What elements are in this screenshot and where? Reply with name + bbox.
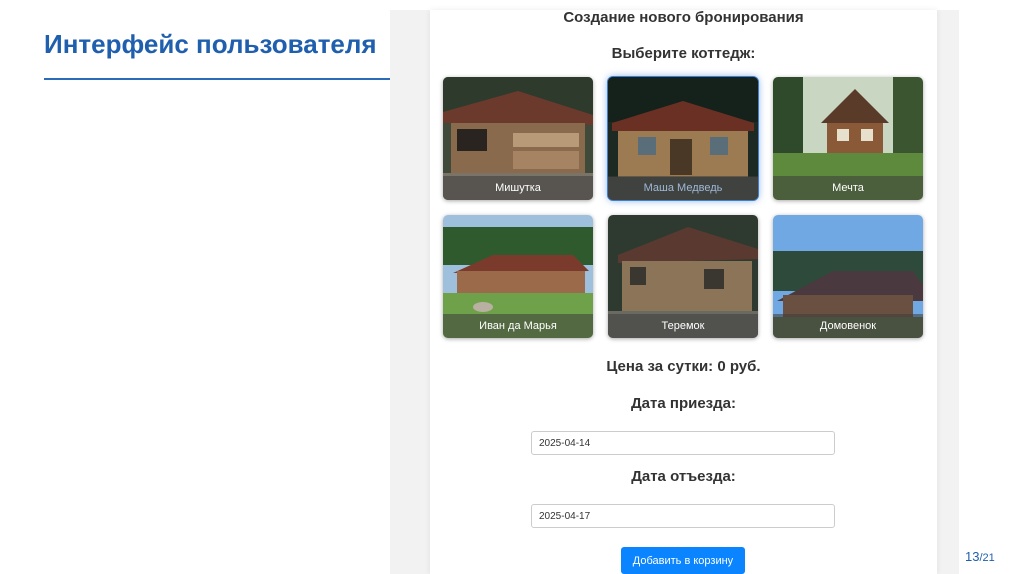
arrival-date-input[interactable] (531, 431, 835, 455)
cottage-card-masha-medved[interactable]: Маша Медведь (607, 76, 759, 201)
cottage-card-teremok[interactable]: Теремок (608, 215, 758, 338)
departure-date-input[interactable] (531, 504, 835, 528)
page-counter: 13/21 (965, 548, 995, 566)
price-per-night: Цена за сутки: 0 руб. (606, 358, 761, 375)
cottage-card-mishutka[interactable]: Мишутка (443, 77, 593, 200)
cottage-name: Мишутка (443, 176, 593, 200)
cottage-name: Маша Медведь (608, 176, 758, 200)
cottage-name: Домовенок (773, 314, 923, 338)
departure-date-label: Дата отъезда: (631, 468, 736, 485)
arrival-date-label: Дата приезда: (631, 395, 736, 412)
form-heading: Создание нового бронирования (563, 9, 804, 26)
page-total: /21 (979, 552, 995, 564)
page-current: 13 (965, 549, 980, 564)
cottage-card-domovenok[interactable]: Домовенок (773, 215, 923, 338)
add-to-cart-button[interactable]: Добавить в корзину (621, 547, 745, 574)
cottage-name: Мечта (773, 176, 923, 200)
cottage-name: Теремок (608, 314, 758, 338)
cottage-card-mechta[interactable]: Мечта (773, 77, 923, 200)
choose-cottage-label: Выберите коттедж: (611, 45, 756, 62)
cottage-name: Иван да Марья (443, 314, 593, 338)
slide-title: Интерфейс пользователя (44, 29, 377, 59)
cottage-card-ivan-da-marya[interactable]: Иван да Марья (443, 215, 593, 338)
title-underline (44, 78, 390, 80)
